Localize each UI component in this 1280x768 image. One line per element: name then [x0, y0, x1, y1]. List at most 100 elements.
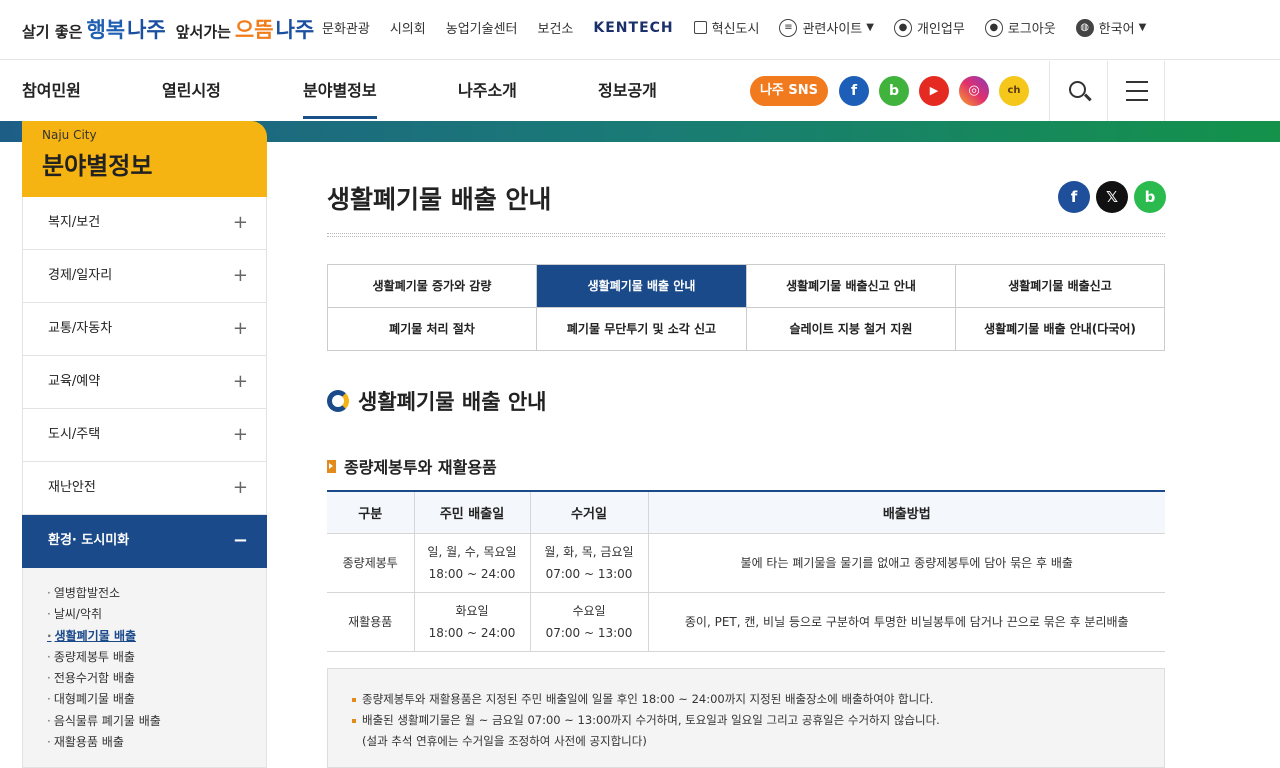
submenu-item[interactable]: 날씨/악취	[47, 604, 266, 625]
sidebar-item-economy[interactable]: 경제/일자리 +	[22, 250, 267, 303]
cell-line: 월, 화, 목, 금요일	[544, 544, 634, 559]
sidebar-item-housing[interactable]: 도시/주택 +	[22, 409, 267, 462]
submenu-item[interactable]: 재활용품 배출	[47, 732, 266, 753]
sidebar-item-safety[interactable]: 재난안전 +	[22, 462, 267, 515]
tab-report-guide[interactable]: 생활폐기물 배출신고 안내	[747, 265, 956, 308]
sidebar-item-label: 교육/예약	[48, 374, 101, 389]
logo-text: 나주	[127, 18, 166, 42]
plus-icon: +	[232, 318, 248, 339]
table-cell: 월, 화, 목, 금요일 07:00 ~ 13:00	[529, 532, 649, 593]
tab-waste-guide[interactable]: 생활폐기물 배출 안내	[537, 265, 747, 308]
nav-info-disclosure[interactable]: 정보공개	[598, 61, 657, 121]
window-icon	[693, 21, 707, 34]
cell-line: 07:00 ~ 13:00	[545, 566, 633, 581]
tab-multilingual[interactable]: 생활폐기물 배출 안내(다국어)	[956, 308, 1164, 350]
section-title: 생활폐기물 배출 안내	[327, 386, 547, 416]
table-row: 종량제봉투 일, 월, 수, 목요일 18:00 ~ 24:00 월, 화, 목,…	[327, 532, 1165, 593]
tab-slate-roof[interactable]: 슬레이트 지붕 철거 지원	[747, 308, 956, 350]
tab-waste-increase[interactable]: 생활폐기물 증가와 감량	[328, 265, 537, 308]
table-cell: 수요일 07:00 ~ 13:00	[529, 591, 649, 652]
facebook-icon[interactable]: f	[839, 76, 869, 106]
sidebar-title: 분야별정보	[42, 152, 153, 180]
table-header: 수거일	[529, 491, 649, 534]
sidebar-item-label: 교통/자동차	[48, 321, 113, 336]
menu-button[interactable]	[1107, 61, 1165, 121]
hamburger-menu-icon	[1126, 81, 1148, 101]
tab-report[interactable]: 생활폐기물 배출신고	[956, 265, 1164, 308]
search-icon	[1069, 81, 1086, 98]
table-header: 배출방법	[647, 491, 1165, 534]
caret-down-icon: ▼	[866, 22, 874, 33]
link-innovation-city[interactable]: 혁신도시	[693, 18, 759, 37]
cell-line: 수요일	[572, 603, 606, 618]
link-label: 로그아웃	[1007, 22, 1056, 37]
subsection-title: 종량제봉투와 재활용품	[327, 454, 497, 478]
logo-text: 앞서가는	[175, 23, 231, 41]
sidebar-item-label: 복지/보건	[48, 215, 101, 230]
table-cell: 종량제봉투	[327, 532, 415, 593]
link-culture[interactable]: 문화관광	[322, 18, 370, 37]
site-logo[interactable]: 살기 좋은 행복 나주 앞서가는 으뜸 나주	[22, 14, 322, 44]
related-sites-dropdown[interactable]: ≡ 관련사이트 ▼	[779, 18, 874, 37]
tab-illegal-dumping[interactable]: 폐기물 무단투기 및 소각 신고	[537, 308, 747, 350]
subsection-title-text: 종량제봉투와 재활용품	[344, 458, 497, 477]
link-council[interactable]: 시의회	[390, 18, 426, 37]
sidebar-item-traffic[interactable]: 교통/자동차 +	[22, 303, 267, 356]
link-personal[interactable]: ● 개인업무	[893, 18, 965, 37]
table-cell: 재활용품	[327, 591, 415, 652]
cell-line: 18:00 ~ 24:00	[428, 625, 516, 640]
language-dropdown[interactable]: ◍ 한국어 ▼	[1075, 18, 1147, 37]
submenu-item[interactable]: 음식물류 폐기물 배출	[47, 711, 266, 732]
share-band-icon[interactable]: b	[1134, 181, 1166, 213]
utility-bar: 살기 좋은 행복 나주 앞서가는 으뜸 나주 문화관광 시의회 농업기술센터 보…	[0, 0, 1280, 60]
content-tabs: 생활폐기물 증가와 감량 생활폐기물 배출 안내 생활폐기물 배출신고 안내 생…	[327, 264, 1165, 351]
plus-icon: +	[232, 371, 248, 392]
sidebar-item-welfare[interactable]: 복지/보건 +	[22, 197, 267, 250]
plus-icon: +	[232, 477, 248, 498]
ring-bullet-icon	[327, 390, 349, 412]
tab-process[interactable]: 폐기물 처리 절차	[328, 308, 537, 350]
logo-text: 나주	[275, 18, 315, 42]
table-cell: 화요일 18:00 ~ 24:00	[413, 591, 531, 652]
submenu-item-current[interactable]: 생활폐기물 배출	[47, 626, 266, 647]
notice-item: 배출된 생활폐기물은 월 ~ 금요일 07:00 ~ 13:00까지 수거하며,…	[352, 710, 1140, 731]
sidebar-subtitle: Naju City	[42, 128, 97, 142]
table-cell: 종이, PET, 캔, 비닐 등으로 구분하여 투명한 비닐봉투에 담거나 끈으…	[647, 591, 1165, 652]
submenu-item[interactable]: 전용수거함 배출	[47, 668, 266, 689]
table-header: 구분	[327, 491, 415, 534]
cell-line: 18:00 ~ 24:00	[428, 566, 516, 581]
table-header: 주민 배출일	[413, 491, 531, 534]
submenu-item[interactable]: 대형폐기물 배출	[47, 689, 266, 710]
sidebar-menu: 복지/보건 + 경제/일자리 + 교통/자동차 + 교육/예약 + 도시/주택 + 재난안…	[22, 197, 267, 768]
submenu-item[interactable]: 열병합발전소	[47, 583, 266, 604]
youtube-icon[interactable]: ▶	[919, 76, 949, 106]
page-title: 생활폐기물 배출 안내	[327, 185, 552, 214]
link-kentech[interactable]: KENTECH	[593, 20, 673, 36]
title-divider	[327, 233, 1165, 237]
sidebar-item-environment[interactable]: 환경· 도시미화 −	[22, 515, 267, 568]
link-agri-center[interactable]: 농업기술센터	[446, 18, 518, 37]
notice-item: (설과 추석 연휴에는 수거일을 조정하여 사전에 공지합니다)	[362, 734, 647, 748]
sidebar-item-label: 환경· 도시미화	[48, 533, 130, 548]
search-button[interactable]	[1049, 61, 1107, 121]
sidebar-item-education[interactable]: 교육/예약 +	[22, 356, 267, 409]
sidebar-item-label: 도시/주택	[48, 427, 101, 442]
submenu-item[interactable]: 종량제봉투 배출	[47, 647, 266, 668]
main-nav: 참여민원 열린시정 분야별정보 나주소개 정보공개 나주 SNS f b ▶ ◎…	[0, 61, 1280, 121]
caret-down-icon: ▼	[1138, 22, 1147, 33]
instagram-icon[interactable]: ◎	[959, 76, 989, 106]
share-facebook-icon[interactable]: f	[1058, 181, 1090, 213]
kakao-channel-icon[interactable]: ch	[999, 76, 1029, 106]
link-logout[interactable]: ● 로그아웃	[984, 18, 1056, 37]
nav-participation[interactable]: 참여민원	[22, 61, 81, 121]
share-x-icon[interactable]: 𝕏	[1096, 181, 1128, 213]
nav-open-government[interactable]: 열린시정	[162, 61, 221, 121]
nav-field-info[interactable]: 분야별정보	[303, 61, 377, 121]
logo-text: 행복	[86, 18, 126, 42]
blog-icon[interactable]: b	[879, 76, 909, 106]
nav-about-naju[interactable]: 나주소개	[458, 61, 517, 121]
naju-sns-button[interactable]: 나주 SNS	[750, 76, 828, 106]
link-health-center[interactable]: 보건소	[538, 18, 574, 37]
utility-links: 문화관광 시의회 농업기술센터 보건소 KENTECH 혁신도시 ≡ 관련사이트 ▼…	[322, 18, 1166, 37]
logo-text: 살기 좋은	[22, 23, 83, 41]
